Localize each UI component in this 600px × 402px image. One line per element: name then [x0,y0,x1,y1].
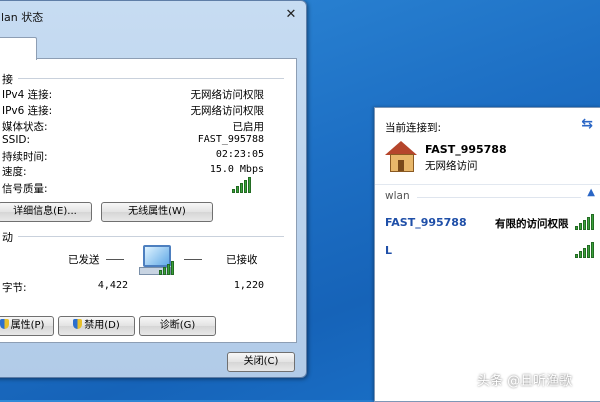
section-divider [18,78,284,79]
close-button[interactable]: 关闭(C) [227,352,295,372]
dialog-title: lan 状态 [1,11,44,24]
wireless-properties-button[interactable]: 无线属性(W) [101,202,213,222]
uac-shield-icon [0,319,9,329]
speed-label: 速度: [2,166,27,178]
connection-section-header: 接 [2,73,13,86]
network-house-icon [385,141,417,172]
media-state-label: 媒体状态: [2,121,48,133]
bytes-label: 字节: [2,282,27,294]
activity-section-header: 动 [2,231,13,244]
properties-button-label: 属性(P) [10,320,45,331]
group-divider [375,184,600,185]
network-flyout: 当前连接到: ⇆ FAST_995788 无网络访问 wlan ▲ FAST_9… [374,107,600,402]
speed-value: 15.0 Mbps [209,164,264,175]
diagnose-button[interactable]: 诊断(G) [139,316,216,336]
sent-label: 已发送 [68,254,100,266]
disable-button[interactable]: 禁用(D) [58,316,135,336]
media-state-value: 已启用 [232,121,265,133]
sent-line [106,259,124,260]
network-item-name: FAST_995788 [385,216,467,229]
signal-strength-icon [575,212,597,230]
wlan-status-dialog: lan 状态 ✕ 接 IPv4 连接: 无网络访问权限 IPv6 连接: 无网络… [0,0,307,378]
ssid-value: FAST_995788 [197,134,264,145]
status-panel: 接 IPv4 连接: 无网络访问权限 IPv6 连接: 无网络访问权限 媒体状态… [0,58,297,343]
bytes-sent-value: 4,422 [97,280,128,291]
signal-strength-icon [575,240,597,258]
watermark: 头条 @且听渔歌 [477,374,573,389]
network-item-status: 有限的访问权限 [495,218,569,230]
network-item-name: L [385,244,393,257]
ipv6-label: IPv6 连接: [2,105,53,117]
wlan-group-label: wlan [385,190,410,202]
disable-button-label: 禁用(D) [84,320,120,331]
collapse-chevron-icon[interactable]: ▲ [587,187,595,198]
close-icon[interactable]: ✕ [282,7,300,23]
duration-label: 持续时间: [2,151,48,163]
tab-general[interactable] [0,37,37,60]
ssid-label: SSID: [2,134,31,146]
bytes-received-value: 1,220 [233,280,264,291]
ipv6-value: 无网络访问权限 [190,105,265,117]
refresh-icon[interactable]: ⇆ [581,116,593,132]
section-divider [18,236,284,237]
received-label: 已接收 [226,254,258,266]
uac-shield-icon [73,319,83,329]
signal-strength-icon [232,175,256,193]
currently-connected-label: 当前连接到: [385,122,442,134]
received-line [184,259,202,260]
current-network-status: 无网络访问 [425,160,478,172]
properties-button[interactable]: 属性(P) [0,316,54,336]
ipv4-label: IPv4 连接: [2,89,53,101]
details-button[interactable]: 详细信息(E)... [0,202,92,222]
ipv4-value: 无网络访问权限 [190,89,265,101]
current-network-name: FAST_995788 [425,143,507,156]
duration-value: 02:23:05 [215,149,264,160]
computer-icon [139,245,175,279]
signal-quality-label: 信号质量: [2,183,48,195]
group-line [417,197,581,198]
dialog-titlebar[interactable]: lan 状态 ✕ [0,1,306,29]
